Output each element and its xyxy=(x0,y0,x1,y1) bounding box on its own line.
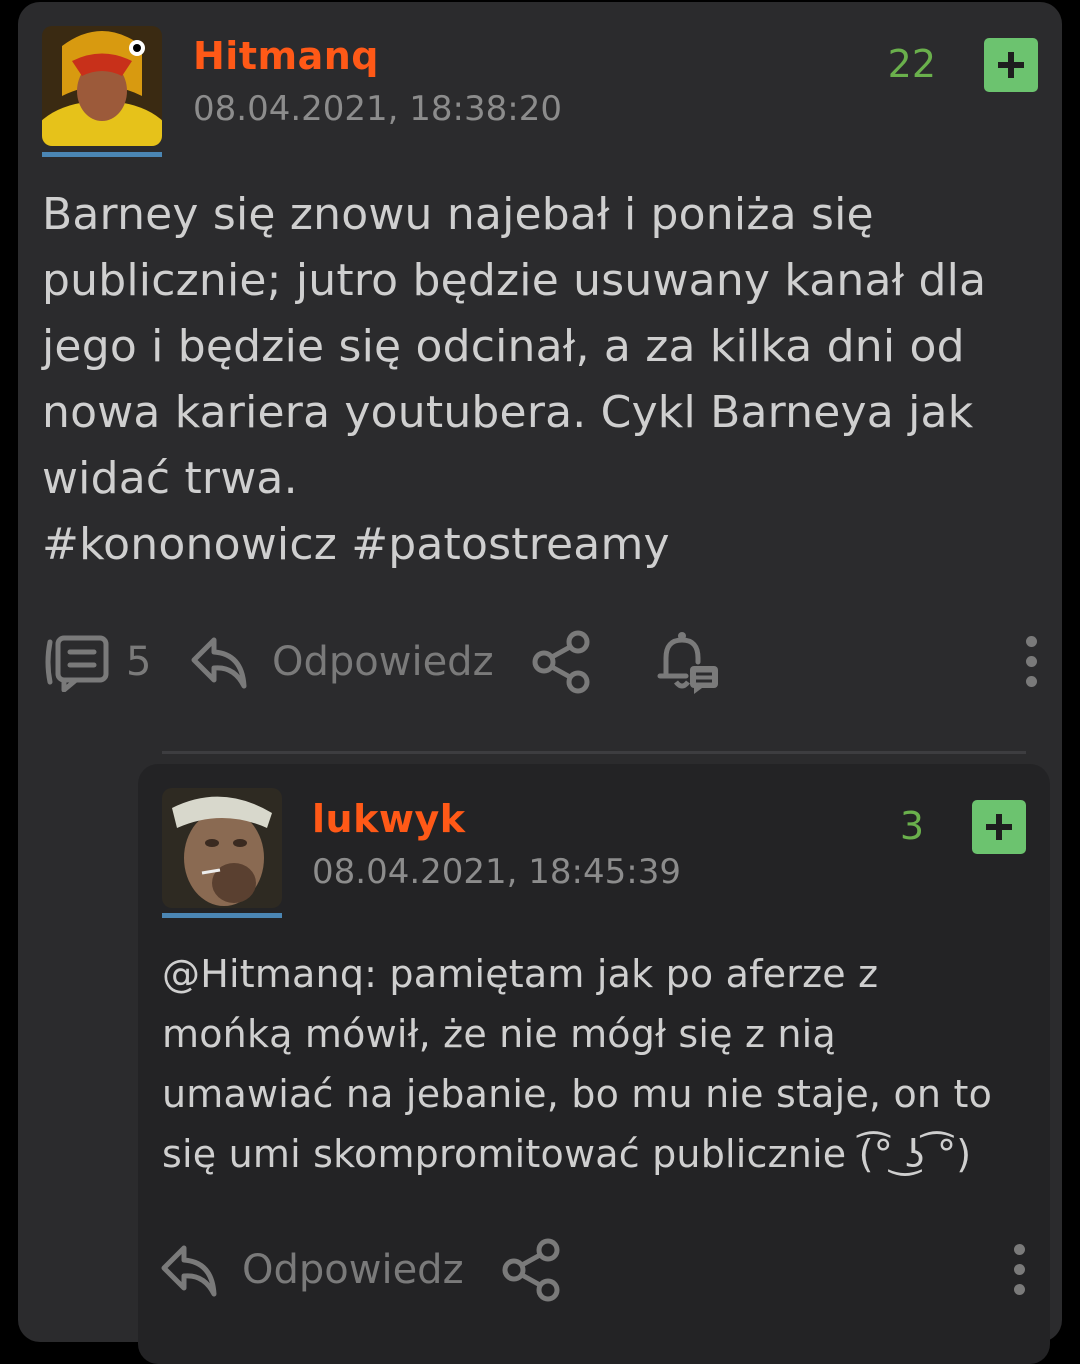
post-body-line: Barney się znowu najebał i poniża się xyxy=(42,189,874,240)
post-body-line: publicznie; jutro będzie usuwany kanał d… xyxy=(42,255,987,306)
comment-timestamp: 08.04.2021, 18:45:39 xyxy=(312,852,681,892)
comment-body-line: mońką mówił, że nie mógł się z nią xyxy=(162,1012,836,1056)
comments-icon xyxy=(45,635,109,692)
avatar[interactable] xyxy=(42,26,162,146)
avatar-underline xyxy=(42,152,162,157)
comment-body-line: : pamiętam jak po aferze z xyxy=(364,952,879,996)
reply-button[interactable]: Odpowiedz xyxy=(190,630,494,694)
plus-icon xyxy=(998,52,1024,78)
comment-body-line: umawiać na jebanie, bo mu nie staje, on … xyxy=(162,1072,993,1116)
share-icon xyxy=(502,1238,560,1302)
reply-icon xyxy=(191,637,247,689)
post-body: Barney się znowu najebał i poniża się pu… xyxy=(42,182,1042,578)
reply-label: Odpowiedz xyxy=(272,639,494,685)
divider xyxy=(162,751,1026,754)
more-options-icon[interactable] xyxy=(1014,1244,1025,1295)
reply-button[interactable]: Odpowiedz xyxy=(160,1238,464,1302)
post-body-line: jego i będzie się odcinał, a za kilka dn… xyxy=(42,321,965,372)
plus-icon xyxy=(986,814,1012,840)
reply-icon xyxy=(161,1245,217,1297)
vote-count: 3 xyxy=(899,804,924,848)
vote-count: 22 xyxy=(887,42,936,86)
post-timestamp: 08.04.2021, 18:38:20 xyxy=(193,89,562,129)
upvote-button[interactable] xyxy=(972,800,1026,854)
bell-comment-icon xyxy=(657,632,718,694)
share-button[interactable] xyxy=(530,630,594,694)
upvote-button[interactable] xyxy=(984,38,1038,92)
comments-button[interactable]: 5 xyxy=(42,630,151,694)
share-icon xyxy=(532,630,590,694)
share-button[interactable] xyxy=(500,1238,564,1302)
post-body-line: widać trwa. xyxy=(42,453,298,504)
comment-author[interactable]: lukwyk xyxy=(312,797,466,841)
comment-avatar[interactable] xyxy=(162,788,282,908)
post-author[interactable]: Hitmanq xyxy=(193,34,379,78)
comment-body-line: się umi skompromitować publicznie (͡° ͜ʖ… xyxy=(162,1132,972,1176)
avatar-underline xyxy=(162,913,282,918)
mention-link[interactable]: @Hitmanq xyxy=(162,952,364,996)
reply-label: Odpowiedz xyxy=(242,1247,464,1293)
more-options-icon[interactable] xyxy=(1026,636,1037,687)
notify-button[interactable] xyxy=(656,628,722,694)
post-body-line: nowa kariera youtubera. Cykl Barneya jak xyxy=(42,387,974,438)
comment-count: 5 xyxy=(126,639,152,685)
comment-body: @Hitmanq: pamiętam jak po aferze z mońką… xyxy=(162,944,1042,1184)
post-tags[interactable]: #kononowicz #patostreamy xyxy=(42,512,1042,578)
